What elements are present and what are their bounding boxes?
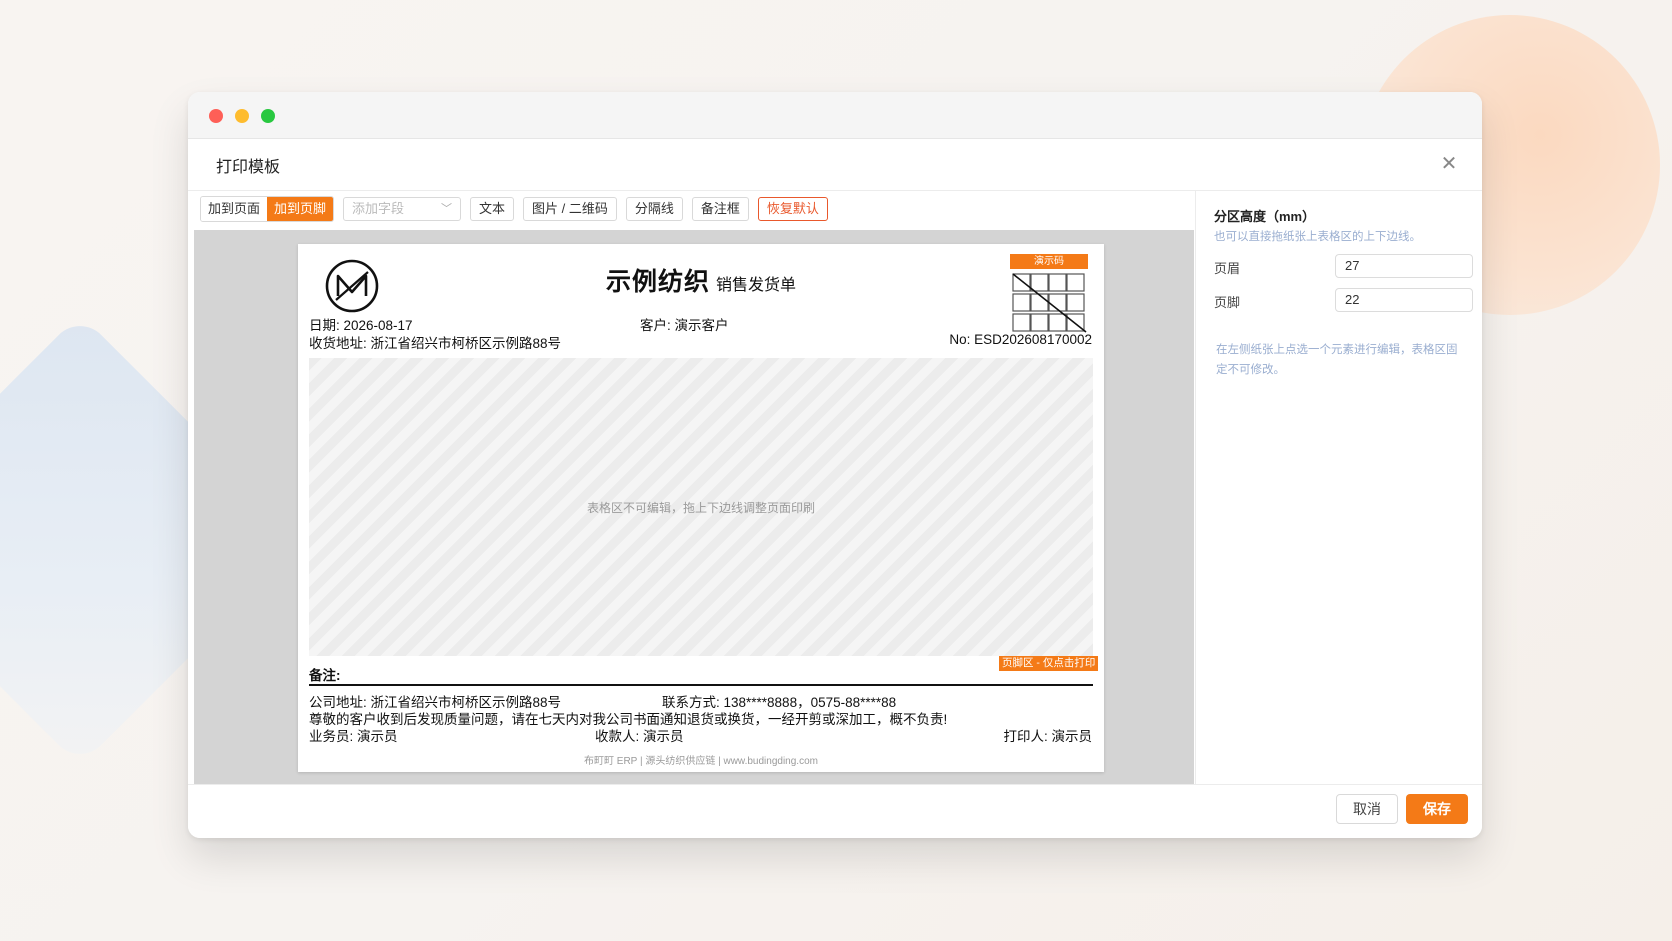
target-segmented-control: 加到页面 加到页脚	[200, 196, 335, 222]
restore-default-button[interactable]: 恢复默认	[757, 197, 828, 221]
editor-pane: 加到页面 加到页脚 添加字段 ﹀ 文本 图片 / 二维码 分隔线 备注框 恢复默…	[188, 190, 1195, 784]
dialog-title: 打印模板	[216, 159, 281, 176]
add-to-page-button[interactable]: 加到页面	[201, 197, 268, 221]
header-height-label: 页眉	[1214, 261, 1241, 276]
add-divider-button[interactable]: 分隔线	[625, 197, 683, 221]
window-titlebar	[188, 92, 1482, 139]
dialog-footer: 取消 保存	[188, 784, 1482, 838]
shipping-address-field[interactable]: 收货地址: 浙江省绍兴市柯桥区示例路88号	[309, 332, 561, 352]
footer-height-label: 页脚	[1214, 295, 1241, 310]
qr-placeholder-icon[interactable]	[1010, 272, 1088, 334]
toolbar: 加到页面 加到页脚 添加字段 ﹀ 文本 图片 / 二维码 分隔线 备注框 恢复默…	[200, 196, 828, 222]
add-to-footer-button[interactable]: 加到页脚	[267, 197, 334, 221]
salesperson-field[interactable]: 业务员: 演示员	[309, 725, 398, 745]
date-field[interactable]: 日期: 2026-08-17	[309, 314, 413, 334]
add-note-box-button[interactable]: 备注框	[691, 197, 749, 221]
paper-preview: 示例纺织 销售发货单 演示码 日期: 2026-08-17 客户: 演示客户 收货…	[298, 244, 1104, 772]
save-button[interactable]: 保存	[1406, 794, 1468, 824]
app-window: 打印模板 ✕ 加到页面 加到页脚 添加字段 ﹀ 文本 图片 / 二维码 分隔线 …	[188, 92, 1482, 838]
cancel-button[interactable]: 取消	[1336, 794, 1398, 824]
company-name: 示例纺织	[605, 268, 710, 296]
chevron-down-icon: ﹀	[441, 203, 453, 215]
footer-height-input[interactable]: 22	[1335, 288, 1473, 312]
printer-field[interactable]: 打印人: 演示员	[1003, 725, 1092, 745]
window-zoom-dot[interactable]	[261, 109, 275, 123]
add-text-button[interactable]: 文本	[470, 197, 515, 221]
window-close-dot[interactable]	[209, 109, 223, 123]
header-height-input[interactable]: 27	[1335, 254, 1473, 278]
dialog-header: 打印模板 ✕	[188, 138, 1482, 191]
footer-zone-tag: 页脚区 - 仅点击打印	[999, 656, 1099, 671]
customer-field[interactable]: 客户: 演示客户	[640, 314, 729, 334]
add-image-qr-button[interactable]: 图片 / 二维码	[523, 197, 617, 221]
window-minimize-dot[interactable]	[235, 109, 249, 123]
remark-label[interactable]: 备注:	[309, 664, 341, 684]
document-type: 销售发货单	[716, 277, 797, 294]
section-height-title: 分区高度（mm）	[1214, 209, 1316, 224]
payee-field[interactable]: 收款人: 演示员	[595, 725, 684, 745]
company-title[interactable]: 示例纺织 销售发货单	[298, 262, 1104, 298]
table-area-hint: 表格区不可编辑，拖上下边线调整页面印刷	[586, 501, 815, 515]
add-field-select[interactable]: 添加字段 ﹀	[343, 197, 462, 221]
document-number-field[interactable]: No: ESD202608170002	[949, 332, 1092, 347]
panel-note: 在左侧纸张上点选一个元素进行编辑，表格区固定不可修改。	[1216, 344, 1458, 376]
brand-line: 布町町 ERP | 源头纺织供应链 | www.budingding.com	[584, 756, 818, 767]
add-field-placeholder: 添加字段	[352, 201, 405, 216]
footer-divider[interactable]	[309, 684, 1093, 686]
section-height-hint: 也可以直接拖纸张上表格区的上下边线。	[1214, 231, 1421, 243]
close-icon[interactable]: ✕	[1438, 152, 1460, 174]
table-area[interactable]: 表格区不可编辑，拖上下边线调整页面印刷	[309, 358, 1093, 656]
demo-code-tag: 演示码	[1010, 254, 1088, 269]
print-canvas: 示例纺织 销售发货单 演示码 日期: 2026-08-17 客户: 演示客户 收货…	[194, 230, 1194, 784]
properties-panel: 分区高度（mm） 也可以直接拖纸张上表格区的上下边线。 页眉 27 页脚 22 …	[1195, 190, 1482, 784]
